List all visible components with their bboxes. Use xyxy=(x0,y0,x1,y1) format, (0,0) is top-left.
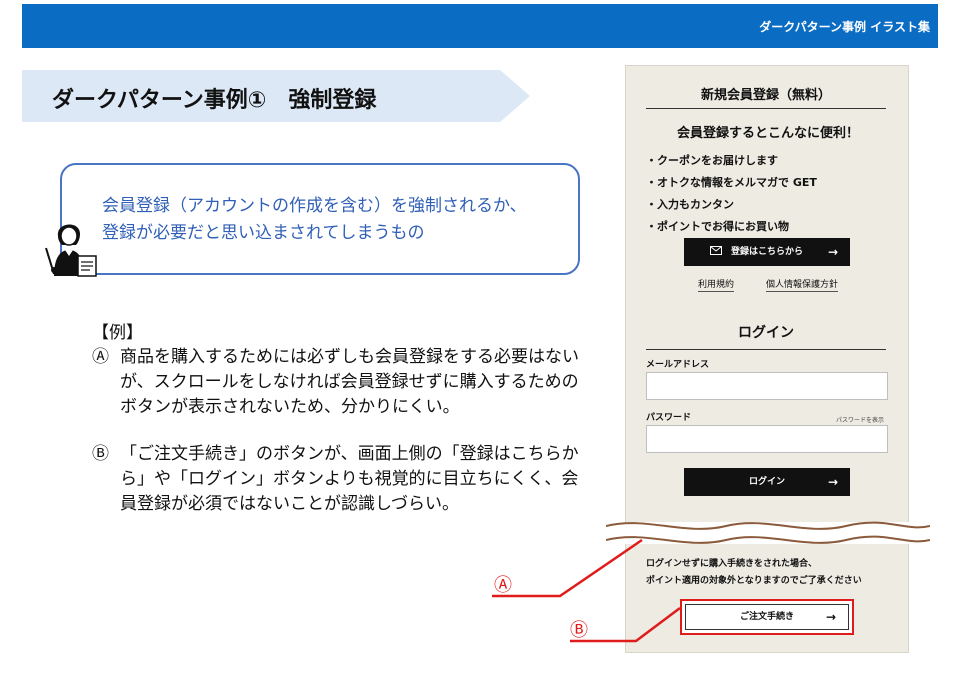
show-password-toggle[interactable]: パスワードを表示 xyxy=(836,415,884,424)
login-button-label: ログイン xyxy=(748,477,785,487)
benefit-title: 会員登録するとこんなに便利！ xyxy=(676,126,859,141)
example-heading: 【例】 xyxy=(92,323,143,343)
guest-notice: ログインせずに購入手続きをされた場合、 ポイント適用の対象外となりますのでご了承… xyxy=(646,556,862,590)
order-button-inner: ご注文手続き → xyxy=(685,604,849,630)
terms-link[interactable]: 利用規約 xyxy=(698,277,735,292)
mock-site-panel: 新規会員登録（無料） 会員登録するとこんなに便利！ ・クーポンをお届けします ・… xyxy=(606,65,930,653)
person-at-laptop-icon xyxy=(45,224,97,277)
email-label: メールアドレス xyxy=(646,360,710,370)
password-field[interactable] xyxy=(646,425,888,453)
login-button[interactable]: ログイン → xyxy=(684,468,850,496)
header-bar: ダークパターン事例 イラスト集 xyxy=(22,4,938,48)
email-field[interactable] xyxy=(646,372,888,400)
privacy-link[interactable]: 個人情報保護方針 xyxy=(766,277,839,292)
password-label: パスワード xyxy=(646,413,692,423)
guest-notice-line-1: ログインせずに購入手続きをされた場合、 xyxy=(646,559,818,569)
benefit-item: ・ポイントでお得にお買い物 xyxy=(646,220,789,233)
definition-text: 会員登録（アカウントの作成を含む）を強制されるか、 登録が必要だと思い込まされて… xyxy=(102,193,527,247)
definition-callout: 会員登録（アカウントの作成を含む）を強制されるか、 登録が必要だと思い込まされて… xyxy=(60,163,580,275)
register-title: 新規会員登録（無料） xyxy=(646,84,886,109)
header-title: ダークパターン事例 イラスト集 xyxy=(759,20,930,34)
wave-divider xyxy=(606,521,930,544)
example-item-a: Ⓐ 商品を購入するためには必ずしも会員登録をする必要はないが、スクロールをしなけ… xyxy=(92,345,580,420)
definition-line-2: 登録が必要だと思い込まされてしまうもの xyxy=(102,223,425,243)
order-button-label: ご注文手続き xyxy=(739,612,794,622)
example-item-b: Ⓑ 「ご注文手続き」のボタンが、画面上側の「登録はこちらから」や「ログイン」ボタ… xyxy=(92,442,580,517)
example-text-b: 「ご注文手続き」のボタンが、画面上側の「登録はこちらから」や「ログイン」ボタンよ… xyxy=(120,444,579,514)
register-button[interactable]: 登録はこちらから → xyxy=(684,238,850,266)
annotation-a: Ⓐ xyxy=(494,575,512,596)
definition-line-1: 会員登録（アカウントの作成を含む）を強制されるか、 xyxy=(102,196,527,216)
example-marker-a: Ⓐ xyxy=(92,347,109,367)
order-button[interactable]: ご注文手続き → xyxy=(680,599,854,635)
register-button-label: 登録はこちらから xyxy=(730,247,803,257)
benefit-item: ・入力もカンタン xyxy=(646,198,734,211)
example-text-a: 商品を購入するためには必ずしも会員登録をする必要はないが、スクロールをしなければ… xyxy=(120,347,579,417)
benefit-item: ・クーポンをお届けします xyxy=(646,154,778,167)
example-block: 【例】 Ⓐ 商品を購入するためには必ずしも会員登録をする必要はないが、スクロール… xyxy=(92,318,580,517)
arrow-right-icon: → xyxy=(827,245,838,259)
benefit-item: ・オトクな情報をメルマガで GET xyxy=(646,176,817,189)
arrow-right-icon: → xyxy=(825,610,836,624)
guest-notice-line-2: ポイント適用の対象外となりますのでご了承ください xyxy=(646,576,862,586)
login-title: ログイン xyxy=(646,322,886,350)
example-marker-b: Ⓑ xyxy=(92,444,109,464)
benefit-list: ・クーポンをお届けします ・オトクな情報をメルマガで GET ・入力もカンタン … xyxy=(646,150,817,238)
annotation-b: Ⓑ xyxy=(570,620,588,641)
slide-title: ダークパターン事例① 強制登録 xyxy=(52,88,377,113)
arrow-right-icon: → xyxy=(827,475,838,489)
